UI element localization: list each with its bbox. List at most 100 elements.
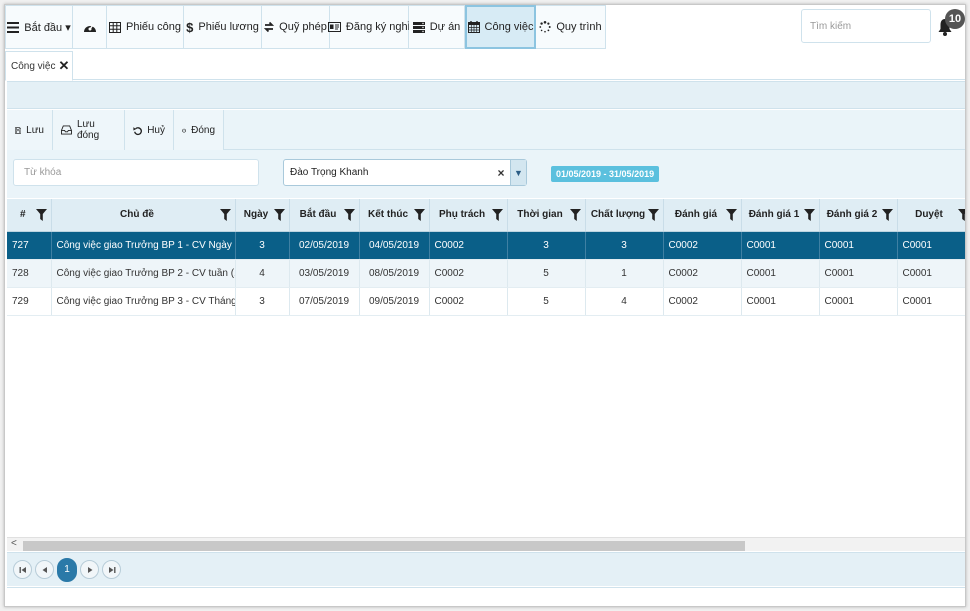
filter-icon[interactable] bbox=[413, 209, 425, 221]
filter-icon[interactable] bbox=[273, 209, 285, 221]
filter-icon[interactable] bbox=[725, 209, 737, 221]
table-cell[interactable]: 729 bbox=[7, 287, 52, 316]
menu-timesheet[interactable]: Phiếu công bbox=[107, 5, 184, 49]
table-cell[interactable]: C0001 bbox=[741, 231, 820, 260]
table-cell[interactable]: 4 bbox=[585, 287, 664, 316]
close-label: Đóng bbox=[191, 124, 215, 136]
current-page-button[interactable]: 1 bbox=[57, 557, 77, 582]
table-cell[interactable]: Công việc giao Trưởng BP 2 - CV tuần (10… bbox=[51, 259, 236, 288]
tab-tasks[interactable]: Công việc ✕ bbox=[5, 51, 73, 81]
menu-leave-request[interactable]: Đăng ký nghỉ bbox=[327, 5, 410, 49]
column-header[interactable]: Ngày bbox=[235, 199, 290, 232]
filter-icon[interactable] bbox=[957, 209, 966, 221]
column-header[interactable]: Thời gian bbox=[507, 199, 586, 232]
menu-tasks[interactable]: Công việc bbox=[465, 5, 536, 49]
first-page-button[interactable] bbox=[13, 560, 32, 579]
close-button[interactable]: Đóng bbox=[174, 110, 224, 150]
menu-start-label: Bắt đầu ▾ bbox=[24, 21, 71, 34]
table-cell[interactable]: C0001 bbox=[741, 259, 820, 288]
table-cell[interactable]: Công việc giao Trưởng BP 1 - CV Ngày (5) bbox=[51, 231, 236, 260]
table-cell[interactable]: 08/05/2019 bbox=[359, 259, 430, 288]
table-cell[interactable]: 07/05/2019 bbox=[289, 287, 360, 316]
scroll-left-arrow[interactable]: < bbox=[11, 538, 17, 549]
column-header[interactable]: Đánh giá 2 bbox=[819, 199, 898, 232]
column-header[interactable]: Duyệt bbox=[897, 199, 966, 232]
table-cell[interactable]: C0002 bbox=[663, 287, 742, 316]
notification-badge[interactable]: 10 bbox=[945, 9, 965, 29]
column-header[interactable]: Phụ trách bbox=[429, 199, 508, 232]
table-cell[interactable]: C0001 bbox=[897, 287, 965, 316]
table-cell[interactable]: C0001 bbox=[819, 259, 898, 288]
table-cell[interactable]: 3 bbox=[585, 231, 664, 260]
power-icon bbox=[182, 128, 186, 133]
menu-workflow[interactable]: Quy trình bbox=[536, 5, 606, 49]
column-header[interactable]: Đánh giá bbox=[663, 199, 742, 232]
table-cell[interactable]: 5 bbox=[507, 259, 586, 288]
filter-icon[interactable] bbox=[35, 209, 47, 221]
table-cell[interactable]: C0001 bbox=[819, 287, 898, 316]
table-cell[interactable]: C0002 bbox=[429, 287, 508, 316]
table-row[interactable]: 727 Công việc giao Trưởng BP 1 - CV Ngày… bbox=[7, 231, 965, 260]
menu-workflow-label: Quy trình bbox=[556, 21, 602, 33]
column-header[interactable]: Bắt đầu bbox=[289, 199, 360, 232]
column-header[interactable]: Kết thúc bbox=[359, 199, 430, 232]
menu-projects[interactable]: Dự án bbox=[409, 5, 465, 49]
table-cell[interactable]: C0001 bbox=[741, 287, 820, 316]
table-cell[interactable]: Công việc giao Trưởng BP 3 - CV Tháng (2… bbox=[51, 287, 236, 316]
column-header[interactable]: Đánh giá 1 bbox=[741, 199, 820, 232]
menu-payslip[interactable]: $ Phiếu lương bbox=[184, 5, 262, 49]
save-close-button[interactable]: Lưu đóng bbox=[53, 110, 125, 150]
table-cell[interactable]: 5 bbox=[507, 287, 586, 316]
table-cell[interactable]: C0001 bbox=[819, 231, 898, 260]
table-row[interactable]: 728 Công việc giao Trưởng BP 2 - CV tuần… bbox=[7, 259, 965, 288]
table-cell[interactable]: C0001 bbox=[897, 231, 965, 260]
scrollbar-thumb[interactable] bbox=[23, 541, 745, 551]
dropdown-button[interactable]: ▼ bbox=[510, 160, 526, 185]
table-cell[interactable]: 4 bbox=[235, 259, 290, 288]
table-cell[interactable]: 04/05/2019 bbox=[359, 231, 430, 260]
clear-selection-button[interactable]: × bbox=[492, 166, 510, 180]
filter-icon[interactable] bbox=[647, 209, 659, 221]
filter-icon[interactable] bbox=[803, 209, 815, 221]
table-cell[interactable]: 02/05/2019 bbox=[289, 231, 360, 260]
table-cell[interactable]: C0002 bbox=[663, 259, 742, 288]
horizontal-scrollbar[interactable]: < bbox=[7, 537, 965, 551]
filter-icon[interactable] bbox=[343, 209, 355, 221]
filter-icon[interactable] bbox=[881, 209, 893, 221]
calendar-icon bbox=[467, 21, 480, 33]
table-cell[interactable]: 727 bbox=[7, 231, 52, 260]
employee-value[interactable]: Đào Trọng Khanh bbox=[284, 167, 492, 178]
cancel-button[interactable]: Huỷ bbox=[125, 110, 174, 150]
column-header[interactable]: # bbox=[7, 199, 52, 232]
last-page-button[interactable] bbox=[102, 560, 121, 579]
table-cell[interactable]: C0002 bbox=[663, 231, 742, 260]
table-cell[interactable]: 3 bbox=[235, 287, 290, 316]
menu-dashboard[interactable] bbox=[73, 5, 107, 49]
filter-icon[interactable] bbox=[491, 209, 503, 221]
table-row[interactable]: 729 Công việc giao Trưởng BP 3 - CV Thán… bbox=[7, 287, 965, 316]
menu-leave-fund[interactable]: Quỹ phép bbox=[262, 5, 330, 49]
table-cell[interactable]: C0001 bbox=[897, 259, 965, 288]
filter-icon[interactable] bbox=[569, 209, 581, 221]
next-page-button[interactable] bbox=[80, 560, 99, 579]
save-button[interactable]: Lưu bbox=[7, 110, 53, 150]
filter-icon[interactable] bbox=[219, 209, 231, 221]
table-cell[interactable]: 09/05/2019 bbox=[359, 287, 430, 316]
search-input[interactable] bbox=[801, 9, 931, 43]
table-cell[interactable]: 3 bbox=[507, 231, 586, 260]
table-cell[interactable]: 728 bbox=[7, 259, 52, 288]
table-cell[interactable]: C0002 bbox=[429, 259, 508, 288]
menu-start[interactable]: Bắt đầu ▾ bbox=[5, 5, 73, 49]
date-range-badge[interactable]: 01/05/2019 - 31/05/2019 bbox=[551, 166, 660, 182]
column-header[interactable]: Chất lượng bbox=[585, 199, 664, 232]
close-icon[interactable]: ✕ bbox=[58, 58, 69, 74]
keyword-input[interactable] bbox=[13, 159, 259, 186]
employee-combobox[interactable]: Đào Trọng Khanh × ▼ bbox=[283, 159, 527, 186]
table-cell[interactable]: 03/05/2019 bbox=[289, 259, 360, 288]
table-cell[interactable]: 3 bbox=[235, 231, 290, 260]
column-header[interactable]: Chủ đề bbox=[51, 199, 236, 232]
column-header-label: Đánh giá bbox=[674, 209, 718, 221]
table-cell[interactable]: 1 bbox=[585, 259, 664, 288]
table-cell[interactable]: C0002 bbox=[429, 231, 508, 260]
previous-page-button[interactable] bbox=[35, 560, 54, 579]
